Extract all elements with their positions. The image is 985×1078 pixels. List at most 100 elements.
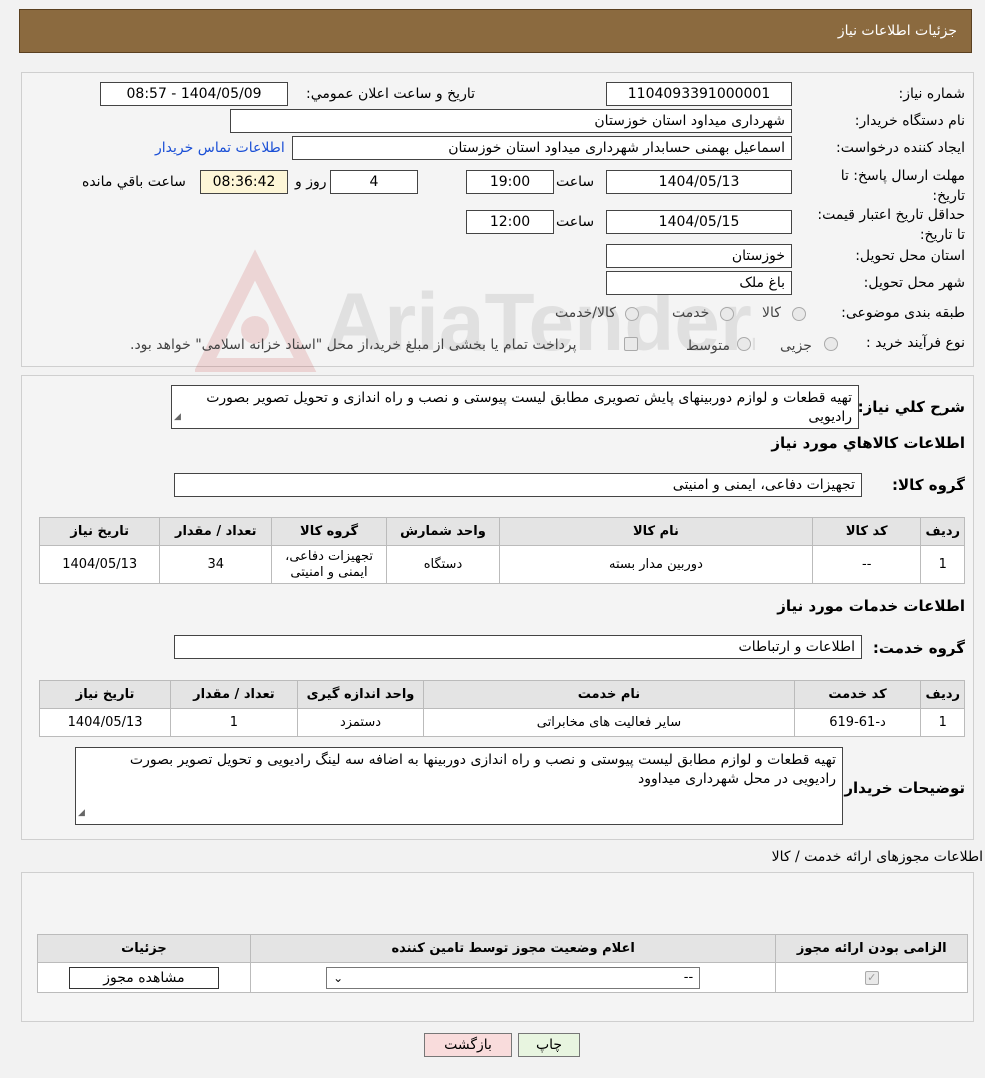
treasury-checkbox[interactable] (624, 337, 638, 351)
permits-section-title: اطلاعات مجوزهای ارائه خدمت / کالا (771, 849, 983, 865)
permit-status-select[interactable]: -- ⌄ (326, 966, 701, 989)
category-service-radio[interactable] (720, 307, 734, 321)
need-number-field: 1104093391000001 (606, 82, 792, 106)
category-goods-service-label: کالا/خدمت (555, 305, 616, 321)
permits-cell-status: -- ⌄ (249, 962, 777, 993)
process-medium-label: متوسط (686, 338, 730, 354)
deadline-time-label: ساعت (556, 174, 595, 190)
deadline-date-field: 1404/05/13 (606, 170, 792, 194)
services-col-name: نام خدمت (423, 680, 795, 709)
services-cell-qty: 1 (170, 708, 298, 737)
goods-col-date: تاریخ نیاز (38, 517, 161, 546)
validity-time-label: ساعت (556, 214, 595, 230)
process-label: نوع فرآیند خرید : (866, 335, 965, 351)
announce-field: 1404/05/09 - 08:57 (100, 82, 288, 106)
services-col-qty: تعداد / مقدار (170, 680, 298, 709)
province-label: استان محل تحویل: (855, 248, 965, 264)
category-goods-radio[interactable] (792, 307, 806, 321)
services-cell-unit: دستمزد (296, 708, 425, 737)
remaining-time-field: 08:36:42 (200, 170, 288, 194)
back-button[interactable]: بازگشت (424, 1033, 512, 1057)
table-row: 1 -- دوربین مدار بسته دستگاه تجهیزات دفا… (38, 545, 965, 584)
goods-cell-unit: دستگاه (385, 545, 500, 584)
deadline-label: مهلت ارسال پاسخ: تا تاریخ: (840, 168, 965, 204)
buyer-notes-label: توضیحات خریدار: (838, 779, 965, 797)
services-cell-row: 1 (920, 708, 965, 737)
category-label: طبقه بندی موضوعی: (841, 305, 965, 321)
remaining-label: ساعت باقي مانده (82, 174, 186, 190)
services-cell-code: د-61-619 (793, 708, 922, 737)
buyer-contact-link[interactable]: اطلاعات تماس خریدار (155, 140, 285, 156)
process-minor-radio[interactable] (824, 337, 838, 351)
goods-cell-row: 1 (920, 545, 965, 584)
services-col-unit: واحد اندازه گیری (296, 680, 425, 709)
permits-table-header: الزامی بودن ارائه مجوز اعلام وضعیت مجوز … (37, 934, 968, 963)
permit-required-checkbox[interactable]: ✓ (864, 971, 879, 985)
need-number-label: شماره نیاز: (898, 86, 966, 102)
city-label: شهر محل تحویل: (863, 275, 965, 291)
deadline-time-field: 19:00 (466, 170, 554, 194)
page-header: جزئیات اطلاعات نیاز (19, 9, 972, 53)
permits-cell-required: ✓ (775, 962, 968, 993)
permits-cell-details: مشاهده مجوز (37, 962, 251, 993)
services-table: ردیف کد خدمت نام خدمت واحد اندازه گیری ت… (38, 680, 965, 737)
creator-field: اسماعیل بهمنی حسابدار شهرداری میداود است… (292, 136, 792, 160)
goods-section-title: اطلاعات کالاهاي مورد نیاز (771, 434, 965, 452)
page-title: جزئیات اطلاعات نیاز (837, 23, 957, 39)
buyer-notes-textarea: تهیه قطعات و لوازم مطابق لیست پیوستی و ن… (75, 747, 843, 825)
goods-cell-group: تجهیزات دفاعی، ایمنی و امنیتی (271, 545, 387, 584)
goods-cell-qty: 34 (159, 545, 273, 584)
goods-table: ردیف کد کالا نام کالا واحد شمارش گروه کا… (38, 517, 965, 584)
goods-col-qty: تعداد / مقدار (159, 517, 273, 546)
services-col-code: کد خدمت (793, 680, 922, 709)
resize-handle-icon[interactable]: ◢ (174, 408, 181, 427)
goods-cell-code: -- (811, 545, 922, 584)
buyer-org-field: شهرداری میداود استان خوزستان (230, 109, 792, 133)
services-cell-name: سایر فعالیت های مخابراتی (423, 708, 795, 737)
goods-group-label: گروه کالا: (892, 476, 965, 494)
services-group-label: گروه خدمت: (872, 639, 965, 657)
goods-cell-date: 1404/05/13 (38, 545, 161, 584)
days-label: روز و (295, 174, 327, 190)
goods-col-unit: واحد شمارش (385, 517, 500, 546)
services-cell-date: 1404/05/13 (38, 708, 172, 737)
services-col-row: ردیف (920, 680, 965, 709)
city-field: باغ ملک (606, 271, 792, 295)
announce-label: تاریخ و ساعت اعلان عمومي: (306, 86, 475, 102)
validity-time-field: 12:00 (466, 210, 554, 234)
category-goods-label: کالا (762, 305, 781, 321)
permits-table: الزامی بودن ارائه مجوز اعلام وضعیت مجوز … (37, 934, 968, 993)
description-textarea: تهیه قطعات و لوازم دوربینهای پایش تصویری… (171, 385, 859, 429)
table-row: 1 د-61-619 سایر فعالیت های مخابراتی دستم… (38, 708, 965, 737)
permit-status-value: -- (683, 970, 694, 985)
category-service-label: خدمت (672, 305, 710, 321)
creator-label: ایجاد کننده درخواست: (836, 140, 965, 156)
view-permit-button[interactable]: مشاهده مجوز (68, 966, 219, 989)
services-section-title: اطلاعات خدمات مورد نیاز (777, 597, 965, 615)
description-text: تهیه قطعات و لوازم دوربینهای پایش تصویری… (206, 390, 852, 425)
services-group-field: اطلاعات و ارتباطات (174, 635, 862, 659)
permits-col-details: جزئیات (37, 934, 251, 963)
goods-table-header: ردیف کد کالا نام کالا واحد شمارش گروه کا… (38, 517, 965, 546)
print-button[interactable]: چاپ (518, 1033, 580, 1057)
process-minor-label: جزیی (780, 338, 812, 354)
table-row: ✓ -- ⌄ مشاهده مجوز (37, 962, 968, 993)
permits-col-status: اعلام وضعیت مجوز توسط تامین کننده (249, 934, 777, 963)
description-label: شرح کلي نیاز: (857, 398, 965, 416)
validity-date-field: 1404/05/15 (606, 210, 792, 234)
goods-col-row: ردیف (920, 517, 965, 546)
goods-col-group: گروه کالا (271, 517, 387, 546)
goods-col-code: کد کالا (811, 517, 922, 546)
goods-group-field: تجهیزات دفاعی، ایمنی و امنیتی (174, 473, 862, 497)
goods-cell-name: دوربین مدار بسته (498, 545, 813, 584)
services-col-date: تاریخ نیاز (38, 680, 172, 709)
buyer-org-label: نام دستگاه خریدار: (854, 113, 965, 129)
days-field: 4 (330, 170, 418, 194)
province-field: خوزستان (606, 244, 792, 268)
chevron-down-icon: ⌄ (333, 970, 344, 985)
resize-handle-icon[interactable]: ◢ (78, 804, 85, 823)
process-medium-radio[interactable] (737, 337, 751, 351)
category-goods-service-radio[interactable] (625, 307, 639, 321)
validity-label: حداقل تاریخ اعتبار قیمت: تا تاریخ: (817, 207, 965, 243)
goods-col-name: نام کالا (498, 517, 813, 546)
